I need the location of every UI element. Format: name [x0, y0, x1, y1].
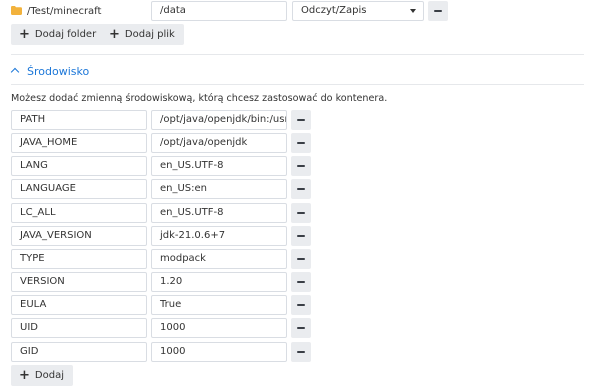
remove-variable-button[interactable] — [291, 272, 311, 292]
env-variable-name-input[interactable]: TYPE — [11, 249, 147, 269]
env-variable-row: LC_ALL en_US.UTF-8 — [0, 203, 590, 223]
section-header-divider — [11, 84, 584, 85]
add-folder-label: Dodaj folder — [34, 29, 97, 40]
minus-icon — [297, 165, 305, 167]
env-variable-value-input[interactable]: modpack — [151, 249, 287, 269]
env-variable-row: PATH/opt/java/openjdk/bin:/usr — [0, 110, 590, 130]
env-variable-row: JAVA_HOME/opt/java/openjdk — [0, 133, 590, 153]
minus-icon — [434, 10, 442, 12]
plus-icon: + — [19, 368, 30, 383]
env-variable-row: EULA True — [0, 295, 590, 315]
plus-icon: + — [19, 27, 30, 42]
add-folder-button[interactable]: + Dodaj folder — [11, 24, 106, 45]
add-variable-label: Dodaj — [34, 370, 64, 381]
env-variable-name-input[interactable]: UID — [11, 318, 147, 338]
minus-icon — [297, 119, 305, 121]
env-variable-name-input[interactable]: EULA — [11, 295, 147, 315]
env-variable-row: TYPE modpack — [0, 249, 590, 269]
remove-variable-button[interactable] — [291, 226, 311, 246]
add-file-button[interactable]: + Dodaj plik — [101, 24, 184, 45]
env-variable-name-input[interactable]: PATH — [11, 110, 147, 130]
env-variable-value-input[interactable]: en_US:en — [151, 179, 287, 199]
minus-icon — [297, 258, 305, 260]
env-variable-value-input[interactable]: 1000 — [151, 318, 287, 338]
minus-icon — [297, 188, 305, 190]
remove-variable-button[interactable] — [291, 156, 311, 176]
env-variable-value-input[interactable]: /opt/java/openjdk — [151, 133, 287, 153]
env-variable-name-input[interactable]: JAVA_HOME — [11, 133, 147, 153]
env-variable-name-input[interactable]: LC_ALL — [11, 203, 147, 223]
folder-icon — [11, 6, 22, 15]
volume-folder-path: /Test/minecraft — [27, 6, 102, 17]
env-variable-value-input[interactable]: jdk-21.0.6+7 — [151, 226, 287, 246]
minus-icon — [297, 351, 305, 353]
environment-section-toggle[interactable]: Środowisko — [10, 65, 90, 79]
env-variable-name-input[interactable]: VERSION — [11, 272, 147, 292]
remove-variable-button[interactable] — [291, 342, 311, 362]
mount-path-input[interactable]: /data — [151, 1, 287, 21]
env-variable-row: LANGUAGE en_US:en — [0, 179, 590, 199]
remove-variable-button[interactable] — [291, 133, 311, 153]
env-variable-row: GID 1000 — [0, 342, 590, 362]
env-variable-name-input[interactable]: GID — [11, 342, 147, 362]
env-variable-row: UID 1000 — [0, 318, 590, 338]
remove-variable-button[interactable] — [291, 249, 311, 269]
env-variable-row: LANG en_US.UTF-8 — [0, 156, 590, 176]
permission-select[interactable]: Odczyt/Zapis — [292, 1, 424, 21]
minus-icon — [297, 235, 305, 237]
environment-section-title: Środowisko — [27, 65, 90, 78]
section-divider — [11, 54, 584, 55]
env-variable-value-input[interactable]: 1.20 — [151, 272, 287, 292]
add-variable-button[interactable]: + Dodaj — [11, 365, 73, 386]
env-variable-name-input[interactable]: LANG — [11, 156, 147, 176]
env-variable-row: JAVA_VERSION jdk-21.0.6+7 — [0, 226, 590, 246]
environment-description: Możesz dodać zmienną środowiskową, którą… — [11, 93, 388, 104]
env-variable-value-input[interactable]: True — [151, 295, 287, 315]
minus-icon — [297, 327, 305, 329]
env-variable-row: VERSION 1.20 — [0, 272, 590, 292]
add-file-label: Dodaj plik — [124, 29, 175, 40]
chevron-down-icon — [410, 9, 416, 13]
env-variable-name-input[interactable]: JAVA_VERSION — [11, 226, 147, 246]
remove-variable-button[interactable] — [291, 203, 311, 223]
permission-select-value: Odczyt/Zapis — [301, 5, 367, 16]
minus-icon — [297, 304, 305, 306]
remove-variable-button[interactable] — [291, 179, 311, 199]
chevron-up-icon — [10, 67, 20, 77]
remove-variable-button[interactable] — [291, 318, 311, 338]
env-variable-value-input[interactable]: en_US.UTF-8 — [151, 156, 287, 176]
remove-variable-button[interactable] — [291, 295, 311, 315]
remove-volume-button[interactable] — [428, 1, 448, 21]
minus-icon — [297, 142, 305, 144]
env-variable-value-input[interactable]: /opt/java/openjdk/bin:/usr — [151, 110, 287, 130]
plus-icon: + — [109, 27, 120, 42]
remove-variable-button[interactable] — [291, 110, 311, 130]
minus-icon — [297, 281, 305, 283]
env-variable-value-input[interactable]: 1000 — [151, 342, 287, 362]
env-variable-name-input[interactable]: LANGUAGE — [11, 179, 147, 199]
env-variable-value-input[interactable]: en_US.UTF-8 — [151, 203, 287, 223]
minus-icon — [297, 212, 305, 214]
